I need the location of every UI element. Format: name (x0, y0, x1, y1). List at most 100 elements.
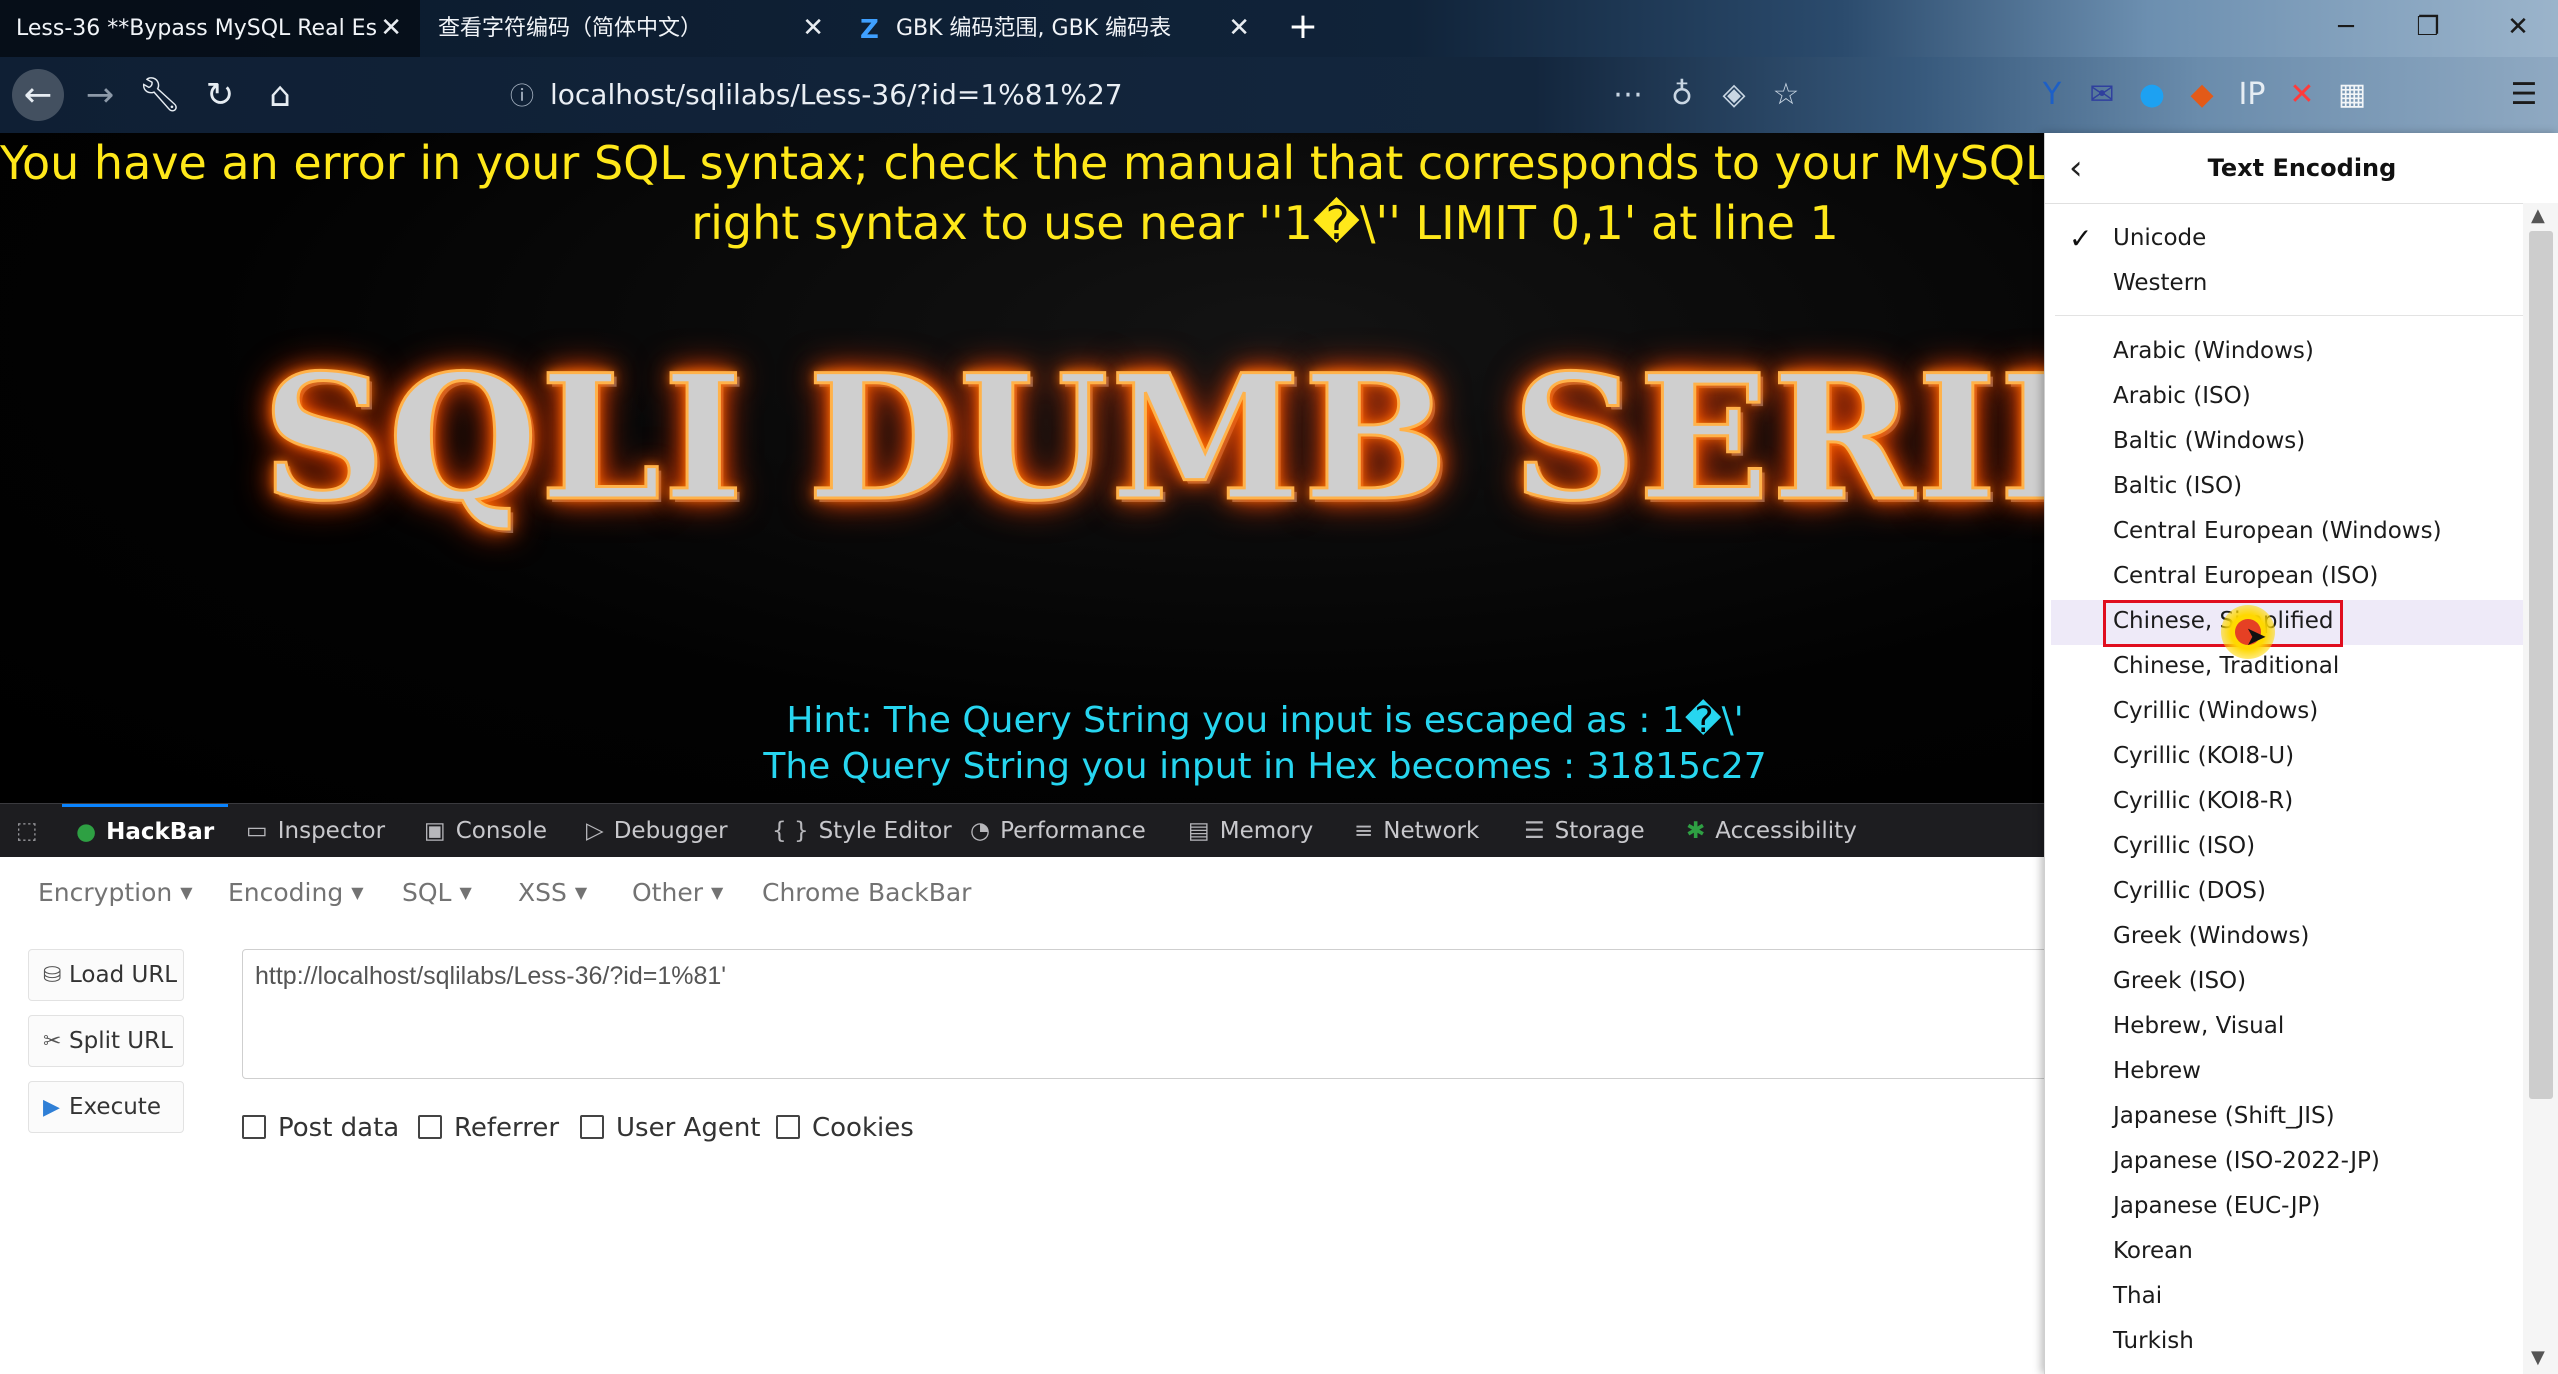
split-url-button[interactable]: ✂ Split URL (28, 1015, 184, 1067)
close-window-icon[interactable]: ✕ (2488, 0, 2548, 57)
referrer-checkbox[interactable]: Referrer (418, 1111, 559, 1145)
encoding-item[interactable]: Japanese (Shift_JIS) (2113, 1094, 2335, 1139)
cookies-checkbox[interactable]: Cookies (776, 1111, 914, 1145)
encoding-item[interactable]: Central European (ISO) (2113, 554, 2378, 599)
button-label: Split URL (69, 1028, 173, 1054)
console-icon: ▣ (424, 818, 446, 844)
encoding-item[interactable]: Central European (Windows) (2113, 509, 2442, 554)
encoding-item[interactable]: Hebrew, Visual (2113, 1004, 2284, 1049)
checkbox-box[interactable] (776, 1115, 800, 1139)
back-chevron-icon[interactable]: ‹ (2069, 133, 2083, 203)
tab-performance[interactable]: ◔ Performance (970, 804, 1146, 858)
tab-inspector[interactable]: ▭ Inspector (246, 804, 385, 858)
post-data-checkbox[interactable]: Post data (242, 1111, 399, 1145)
encoding-item[interactable]: Japanese (ISO-2022-JP) (2113, 1139, 2380, 1184)
panel-scrollbar[interactable]: ▲ ▼ (2523, 203, 2558, 1374)
extension-grid-icon[interactable]: ▦ (2330, 69, 2374, 121)
encoding-item[interactable]: Cyrillic (KOI8-U) (2113, 734, 2294, 779)
scroll-up-icon[interactable]: ▲ (2531, 205, 2545, 226)
load-url-button[interactable]: ⛁ Load URL (28, 949, 184, 1001)
tab-network[interactable]: ≡ Network (1354, 804, 1479, 858)
tab-debugger[interactable]: ▷ Debugger (586, 804, 728, 858)
user-agent-checkbox[interactable]: User Agent (580, 1111, 761, 1145)
encoding-item[interactable]: Cyrillic (Windows) (2113, 689, 2318, 734)
menu-encoding[interactable]: Encoding ▼ (228, 875, 364, 911)
encoding-item[interactable]: Cyrillic (DOS) (2113, 869, 2266, 914)
encoding-item-western[interactable]: Western (2113, 261, 2207, 306)
tab-gbk[interactable]: Z GBK 编码范围, GBK 编码表 ✕ (844, 0, 1268, 57)
close-icon[interactable]: ✕ (1228, 0, 1250, 57)
caret-down-icon: ▼ (574, 883, 588, 902)
forward-icon[interactable]: → (74, 69, 126, 121)
tab-title: Less-36 **Bypass MySQL Real Es (16, 16, 378, 41)
encoding-item[interactable]: Arabic (ISO) (2113, 374, 2251, 419)
tab-hackbar[interactable]: ● HackBar (62, 804, 229, 858)
encoding-item[interactable]: Turkish (2113, 1319, 2194, 1364)
execute-button[interactable]: ▶ Execute (28, 1081, 184, 1133)
reload-icon[interactable]: ↻ (194, 69, 246, 121)
menu-label: Other (632, 878, 703, 907)
encoding-item[interactable]: Hebrew (2113, 1049, 2201, 1094)
encoding-item[interactable]: Thai (2113, 1274, 2162, 1319)
home-icon[interactable]: ⌂ (254, 69, 306, 121)
more-actions-icon[interactable]: ⋯ (1606, 69, 1650, 121)
tab-less36[interactable]: Less-36 **Bypass MySQL Real Es ✕ (0, 0, 420, 57)
encoding-item[interactable]: Greek (Windows) (2113, 914, 2309, 959)
tab-accessibility[interactable]: ✱ Accessibility (1686, 804, 1857, 858)
tab-console[interactable]: ▣ Console (424, 804, 547, 858)
extension-x-icon[interactable]: ✕ (2280, 69, 2324, 121)
extension-envelope-icon[interactable]: ✉ (2080, 69, 2124, 121)
encoding-item[interactable]: Baltic (ISO) (2113, 464, 2242, 509)
encoding-item[interactable]: Cyrillic (ISO) (2113, 824, 2255, 869)
tab-storage[interactable]: ☰ Storage (1524, 804, 1645, 858)
close-icon[interactable]: ✕ (380, 0, 402, 57)
encoding-item-unicode[interactable]: Unicode (2113, 216, 2206, 261)
accessibility-icon: ✱ (1686, 818, 1706, 844)
checkbox-label: Post data (278, 1113, 400, 1143)
scroll-down-icon[interactable]: ▼ (2531, 1347, 2545, 1368)
lightbulb-icon[interactable]: ♁ (1660, 69, 1704, 121)
extension-globe-icon[interactable]: ● (2130, 69, 2174, 121)
back-icon[interactable]: ← (12, 69, 64, 121)
bookmark-star-icon[interactable]: ☆ (1764, 69, 1808, 121)
scrollbar-thumb[interactable] (2529, 231, 2553, 1099)
hamburger-menu-icon[interactable]: ☰ (2502, 69, 2546, 121)
encoding-item[interactable]: Baltic (Windows) (2113, 419, 2305, 464)
tab-charset[interactable]: 查看字符编码（简体中文） ✕ (422, 0, 842, 57)
extension-fox-icon[interactable]: ◆ (2180, 69, 2224, 121)
panel-title: Text Encoding (2207, 154, 2397, 182)
menu-sql[interactable]: SQL ▼ (402, 875, 472, 911)
hackbar-url-input[interactable]: http://localhost/sqlilabs/Less-36/?id=1%… (242, 949, 2062, 1079)
restore-icon[interactable]: ❐ (2398, 0, 2458, 57)
tab-style-editor[interactable]: { } Style Editor (772, 804, 952, 858)
extension-ip-icon[interactable]: IP (2230, 69, 2274, 121)
encoding-item[interactable]: Greek (ISO) (2113, 959, 2246, 1004)
element-picker-icon[interactable]: ⬚ (16, 804, 38, 858)
tab-memory[interactable]: ▤ Memory (1188, 804, 1313, 858)
menu-xss[interactable]: XSS ▼ (518, 875, 587, 911)
new-tab-button[interactable]: + (1278, 0, 1328, 57)
play-icon: ▶ (43, 1095, 60, 1120)
inspector-icon: ▭ (246, 818, 268, 844)
encoding-item[interactable]: Chinese, Traditional (2113, 644, 2339, 689)
encoding-item[interactable]: Arabic (Windows) (2113, 329, 2314, 374)
menu-chrome-backbar[interactable]: Chrome BackBar (762, 875, 971, 911)
tab-title: 查看字符编码（简体中文） (438, 16, 703, 41)
checkbox-box[interactable] (580, 1115, 604, 1139)
checkbox-label: User Agent (616, 1113, 761, 1143)
minimize-icon[interactable]: ─ (2316, 0, 2376, 57)
menu-other[interactable]: Other ▼ (632, 875, 723, 911)
encoding-item[interactable]: Korean (2113, 1229, 2193, 1274)
close-icon[interactable]: ✕ (802, 0, 824, 57)
extension-y-icon[interactable]: Y (2030, 69, 2074, 121)
tab-label: Debugger (613, 818, 728, 844)
checkbox-label: Referrer (454, 1113, 560, 1143)
menu-encryption[interactable]: Encryption ▼ (38, 875, 193, 911)
checkbox-box[interactable] (242, 1115, 266, 1139)
encoding-item[interactable]: Cyrillic (KOI8-R) (2113, 779, 2293, 824)
pocket-icon[interactable]: ◈ (1712, 69, 1756, 121)
encoding-item[interactable]: Japanese (EUC-JP) (2113, 1184, 2320, 1229)
wrench-icon[interactable]: 🔧︎ (134, 69, 186, 121)
checkbox-box[interactable] (418, 1115, 442, 1139)
info-icon[interactable]: ⓘ (510, 70, 550, 122)
